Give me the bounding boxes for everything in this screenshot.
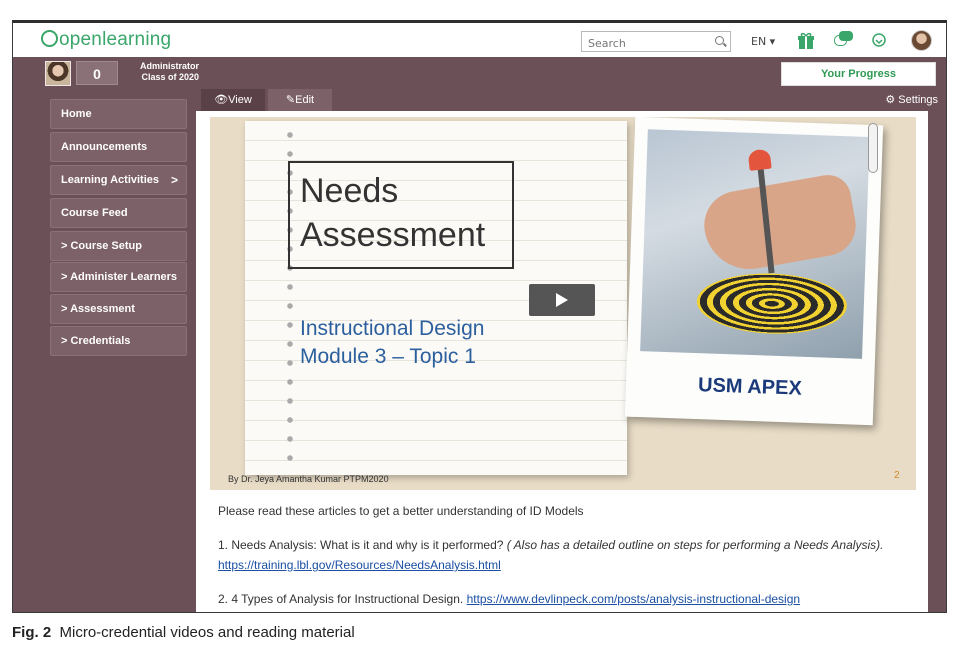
your-progress-button[interactable]: Your Progress	[781, 62, 936, 86]
user-role: Administrator	[139, 61, 199, 71]
slide-byline: By Dr. Jeya Amantha Kumar PTPM2020	[228, 474, 389, 484]
reading-item-1: 1. Needs Analysis: What is it and why is…	[218, 538, 884, 572]
slide-photo: USM APEX	[624, 117, 884, 426]
slide-number: 2	[894, 470, 900, 481]
app-window: openlearning EN ▾ 0 Administrator Class …	[12, 20, 947, 613]
chevron-right-icon: >	[170, 173, 178, 187]
sidebar-item-home[interactable]: Home	[50, 99, 187, 129]
user-bar: 0 Administrator Class of 2020 Your Progr…	[13, 57, 946, 89]
language-selector[interactable]: EN ▾	[751, 35, 775, 48]
figure-caption-text: Micro-credential videos and reading mate…	[59, 624, 355, 641]
analysis-types-link[interactable]: https://www.devlinpeck.com/posts/analysi…	[467, 592, 800, 606]
notification-icon[interactable]	[869, 31, 889, 51]
search-icon[interactable]	[715, 36, 724, 45]
dartboard-graphic	[695, 271, 848, 337]
institution-logos: USM APEX	[697, 374, 803, 400]
user-avatar[interactable]	[45, 61, 71, 86]
hand-graphic	[698, 171, 861, 277]
page-content: Needs Assessment Instructional Design Mo…	[196, 111, 928, 612]
user-info: Administrator Class of 2020	[125, 61, 199, 83]
sidebar-item-announcements[interactable]: Announcements	[50, 132, 187, 162]
slide-title: Needs Assessment	[300, 172, 486, 254]
figure-label: Fig. 2	[12, 624, 52, 641]
play-button[interactable]	[529, 284, 595, 316]
profile-avatar[interactable]	[911, 30, 932, 51]
slide-subtitle: Instructional Design Module 3 – Topic 1	[300, 317, 485, 368]
video-player[interactable]: Needs Assessment Instructional Design Mo…	[210, 117, 916, 490]
points-counter: 0	[76, 61, 118, 85]
chat-icon[interactable]	[834, 31, 854, 51]
gift-icon[interactable]	[796, 31, 816, 51]
sidebar-item-learning-activities[interactable]: Learning Activities >	[50, 165, 187, 195]
content-toolbar: 👁View ✎Edit ⚙ Settings	[196, 89, 946, 111]
sidebar-item-administer-learners[interactable]: > Administer Learners	[50, 262, 187, 292]
figure-caption: Fig. 2 Micro-credential videos and readi…	[12, 624, 355, 641]
reading-item-2: 2. 4 Types of Analysis for Instructional…	[218, 592, 801, 606]
needs-analysis-link[interactable]: https://training.lbl.gov/Resources/Needs…	[218, 558, 501, 572]
slide-scrollbar[interactable]	[868, 123, 878, 173]
sidebar-item-credentials[interactable]: > Credentials	[50, 326, 187, 356]
sidebar-item-assessment[interactable]: > Assessment	[50, 294, 187, 324]
user-class: Class of 2020	[141, 72, 199, 82]
sidebar-item-course-feed[interactable]: Course Feed	[50, 198, 187, 228]
right-margin-panel	[928, 111, 946, 612]
dartboard-image	[640, 129, 870, 359]
search-input[interactable]	[582, 34, 707, 53]
reading-intro: Please read these articles to get a bett…	[218, 504, 584, 518]
top-bar: openlearning EN ▾	[13, 23, 946, 57]
sidebar: Home Announcements Learning Activities > …	[13, 89, 196, 612]
tab-edit[interactable]: ✎Edit	[268, 89, 332, 111]
sidebar-item-course-setup[interactable]: > Course Setup	[50, 231, 187, 261]
logo-mark-icon	[41, 30, 58, 47]
openlearning-logo[interactable]: openlearning	[41, 29, 171, 51]
tab-view[interactable]: 👁View	[201, 89, 265, 111]
search-box[interactable]	[581, 31, 731, 53]
settings-button[interactable]: ⚙ Settings	[885, 89, 938, 111]
